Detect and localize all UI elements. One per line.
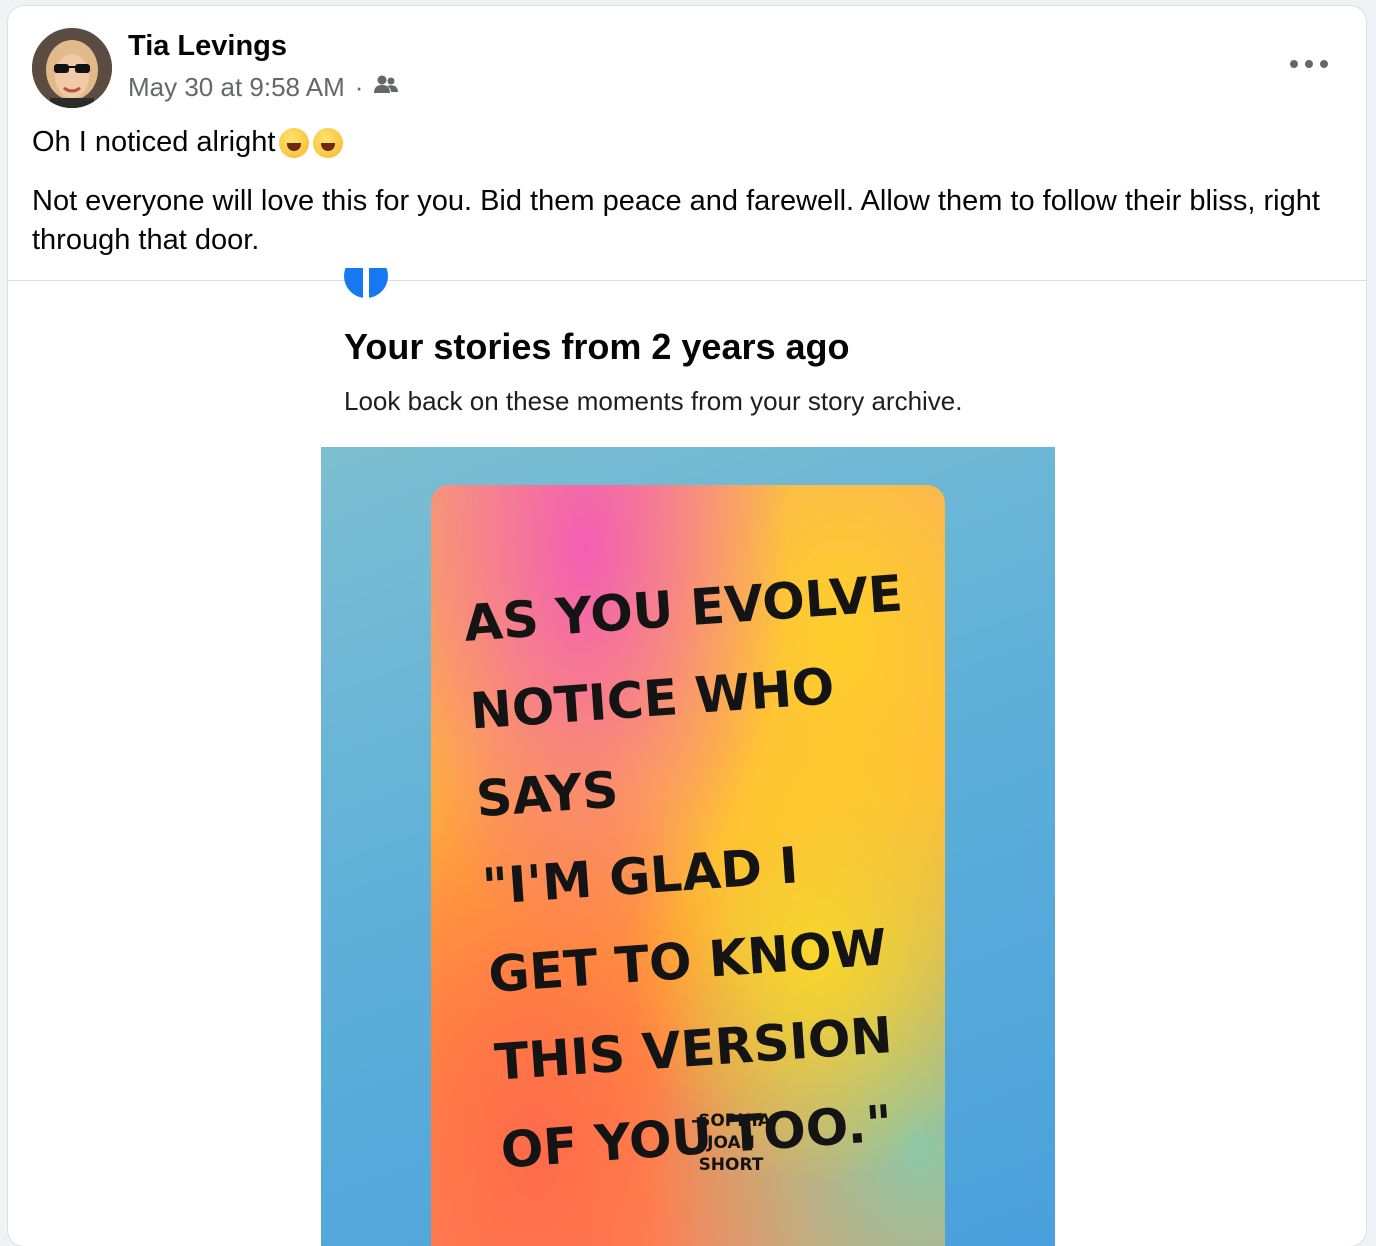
story-image[interactable]: As you evolve notice who says "I'm glad … <box>321 447 1055 1246</box>
post-divider <box>8 280 1366 281</box>
facebook-logo-icon <box>344 268 388 298</box>
more-options-icon[interactable] <box>1290 54 1328 74</box>
post-timestamp[interactable]: May 30 at 9:58 AM <box>128 72 345 103</box>
rolling-on-floor-laughing-emoji <box>279 127 310 158</box>
meta-separator: · <box>354 72 364 102</box>
friends-icon[interactable] <box>373 72 399 103</box>
quote-card: As you evolve notice who says "I'm glad … <box>431 485 945 1246</box>
memory-subtitle: Look back on these moments from your sto… <box>344 386 963 416</box>
post-body-text: Not everyone will love this for you. Bid… <box>32 185 1320 256</box>
quote-text: As you evolve notice who says "I'm glad … <box>462 564 905 1180</box>
author-avatar[interactable] <box>32 28 112 108</box>
memory-title[interactable]: Your stories from 2 years ago <box>344 326 850 368</box>
post-card: Tia Levings May 30 at 9:58 AM · Oh I not… <box>8 6 1366 1246</box>
post-meta: May 30 at 9:58 AM · <box>128 72 399 103</box>
rolling-on-floor-laughing-emoji <box>313 127 344 158</box>
avatar-photo <box>32 28 112 108</box>
quote-credit: -Sophia Joan Short <box>691 1111 771 1175</box>
post-text-line1: Oh I noticed alright <box>32 126 344 159</box>
post-text-first-line: Oh I noticed alright <box>32 126 276 158</box>
author-name[interactable]: Tia Levings <box>128 30 287 63</box>
